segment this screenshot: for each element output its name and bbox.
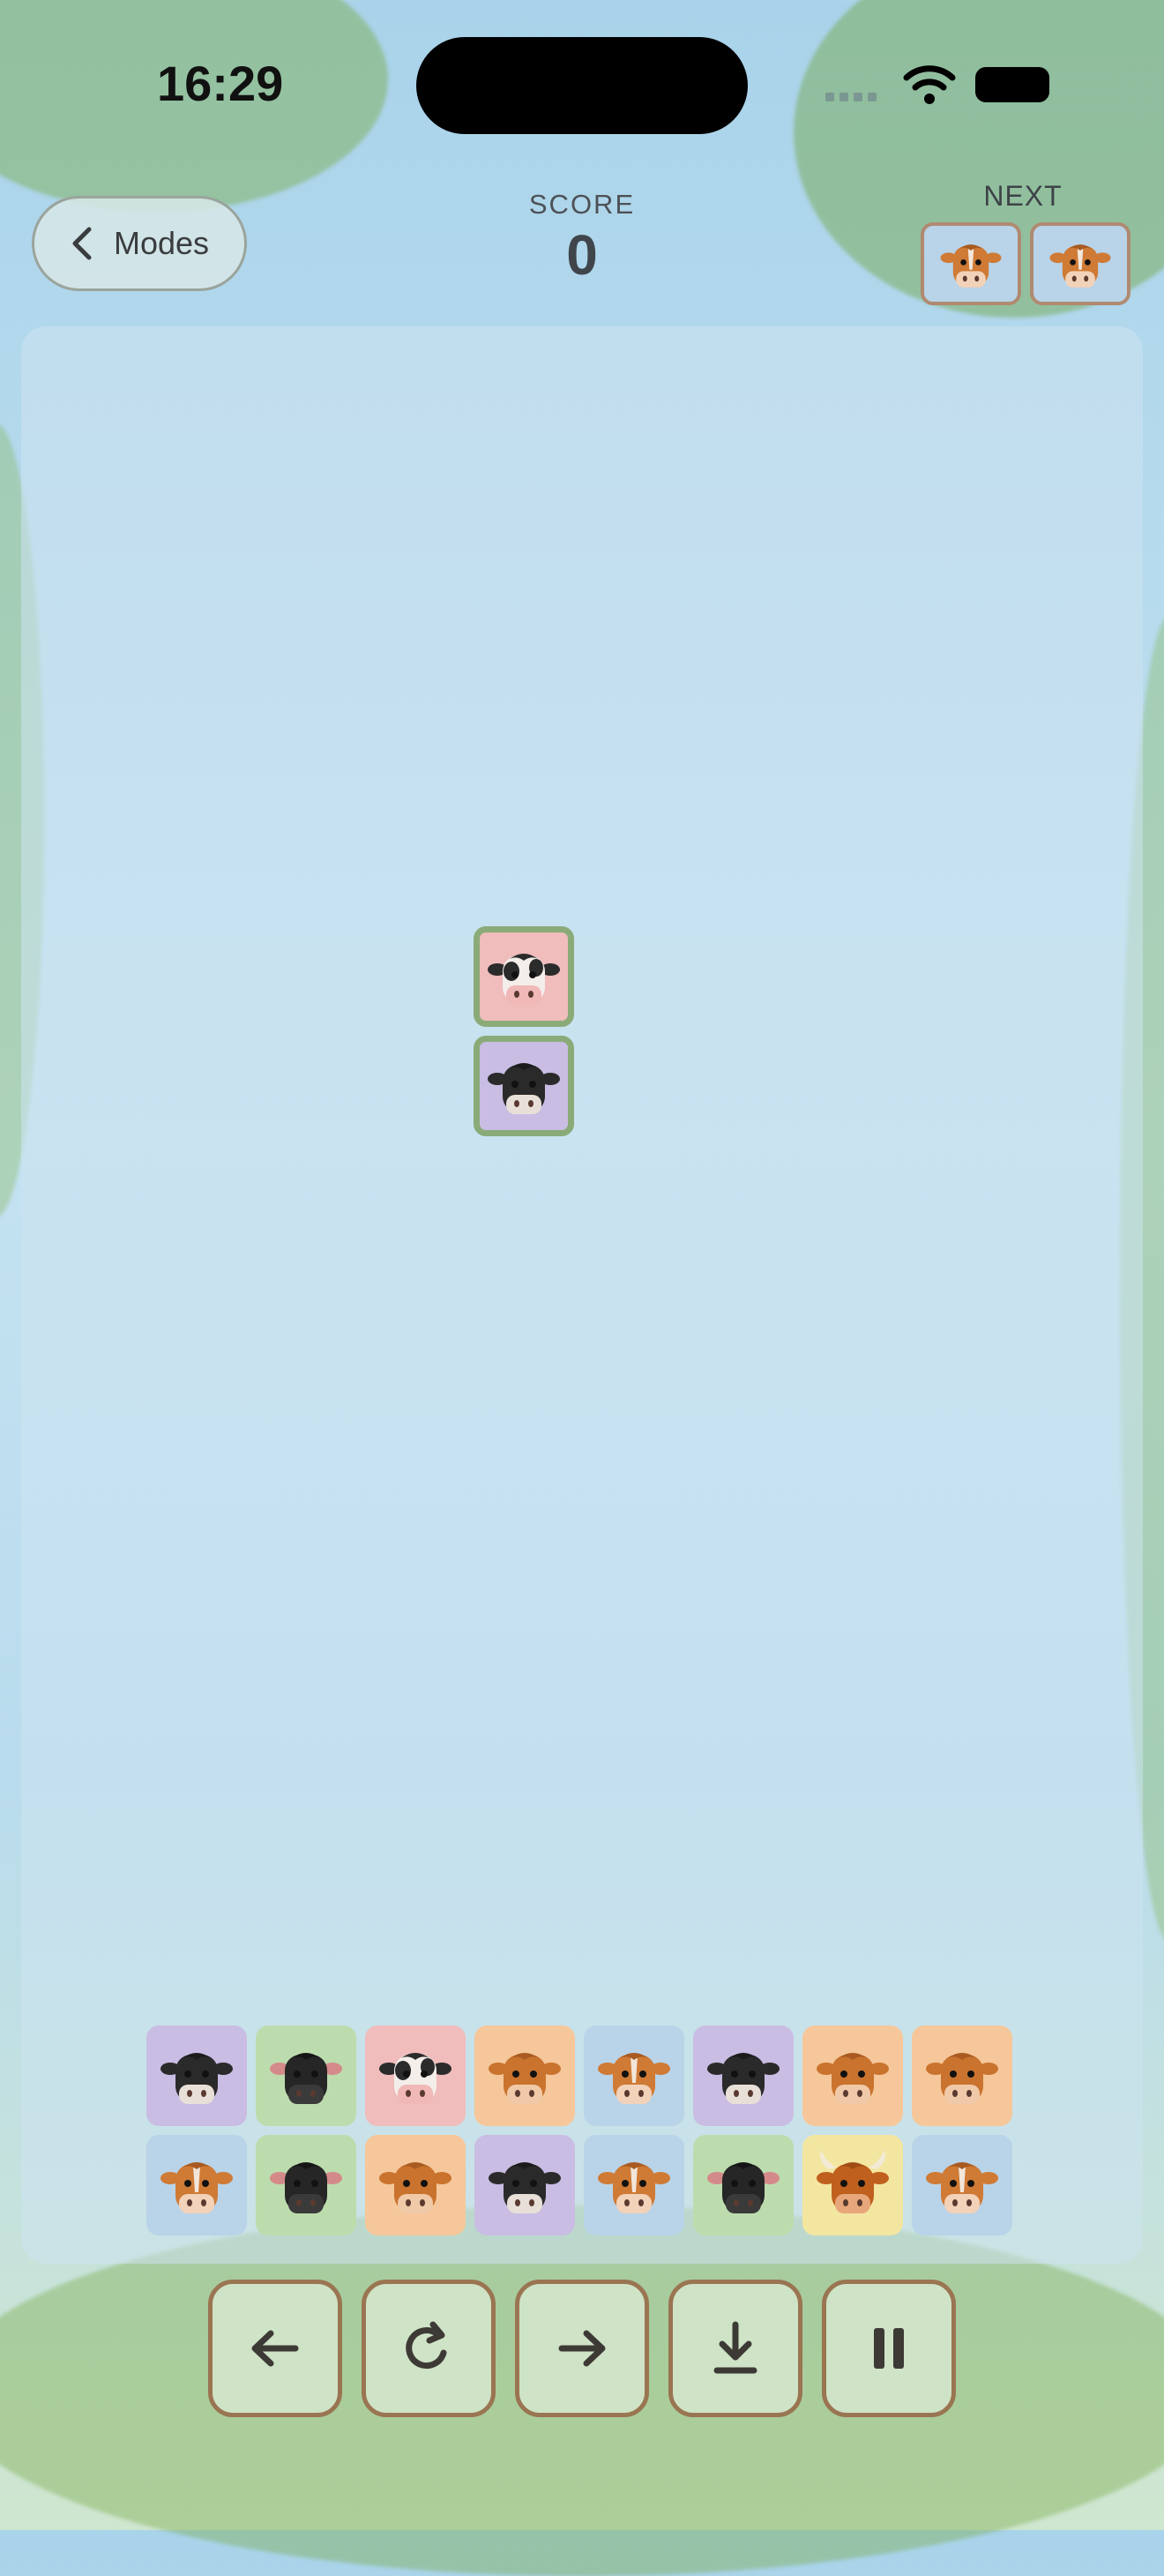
wifi-icon — [903, 65, 956, 104]
black-belted-cow-icon — [707, 2053, 780, 2104]
board-cell — [256, 2026, 356, 2126]
falling-piece-tile — [474, 1036, 574, 1136]
falling-piece-tile — [474, 926, 574, 1027]
highland-cow-icon — [817, 2150, 889, 2213]
pause-icon — [874, 2328, 904, 2369]
next-label: NEXT — [983, 180, 1063, 212]
orange-white-cow-icon — [598, 2053, 670, 2104]
score-label: SCORE — [528, 189, 636, 220]
orange-cow-icon — [379, 2162, 451, 2213]
cellular-signal-icon — [825, 90, 882, 106]
next-piece-tile — [1030, 222, 1130, 305]
modes-button[interactable]: Modes — [32, 196, 247, 291]
board-cell — [474, 2026, 575, 2126]
score-display: SCORE 0 — [494, 189, 670, 288]
drop-button[interactable] — [668, 2280, 802, 2417]
board-cell — [912, 2026, 1012, 2126]
move-left-icon — [251, 2330, 299, 2367]
game-board — [21, 326, 1143, 2264]
orange-white-cow-icon — [926, 2162, 998, 2213]
board-cell — [584, 2135, 684, 2235]
board-cell — [802, 2026, 903, 2126]
move-right-icon — [558, 2330, 606, 2367]
orange-cow-icon — [489, 2053, 561, 2104]
chevron-left-icon — [72, 227, 92, 260]
board-cell — [693, 2026, 794, 2126]
orange-cow-icon — [926, 2053, 998, 2104]
black-angus-cow-icon — [270, 2162, 342, 2213]
black-belted-cow-icon — [489, 2162, 561, 2213]
black-belted-cow-icon — [488, 1063, 560, 1114]
orange-white-cow-icon — [1049, 244, 1111, 288]
orange-white-cow-icon — [598, 2162, 670, 2213]
drop-icon — [713, 2321, 757, 2374]
board-cell — [693, 2135, 794, 2235]
move-right-button[interactable] — [515, 2280, 649, 2417]
board-cell — [802, 2135, 903, 2235]
orange-white-cow-icon — [160, 2162, 233, 2213]
black-angus-cow-icon — [707, 2162, 780, 2213]
board-cell — [584, 2026, 684, 2126]
board-cell — [474, 2135, 575, 2235]
board-cell — [912, 2135, 1012, 2235]
next-piece-tile — [921, 222, 1021, 305]
rotate-button[interactable] — [362, 2280, 496, 2417]
score-value: 0 — [566, 223, 598, 287]
black-angus-cow-icon — [270, 2053, 342, 2104]
move-left-button[interactable] — [208, 2280, 342, 2417]
status-time: 16:29 — [157, 56, 284, 111]
battery-icon — [975, 67, 1049, 102]
rotate-icon — [406, 2321, 447, 2370]
orange-cow-icon — [817, 2053, 889, 2104]
pink-holstein-cow-icon — [488, 954, 560, 1005]
dynamic-island — [416, 37, 748, 134]
modes-label: Modes — [113, 225, 210, 261]
board-cell — [256, 2135, 356, 2235]
board-cell — [365, 2026, 466, 2126]
orange-white-cow-icon — [940, 244, 1002, 288]
pause-button[interactable] — [822, 2280, 956, 2417]
black-belted-cow-icon — [160, 2053, 233, 2104]
board-cell — [365, 2135, 466, 2235]
pink-holstein-cow-icon — [379, 2053, 451, 2104]
board-cell — [146, 2135, 247, 2235]
board-cell — [146, 2026, 247, 2126]
